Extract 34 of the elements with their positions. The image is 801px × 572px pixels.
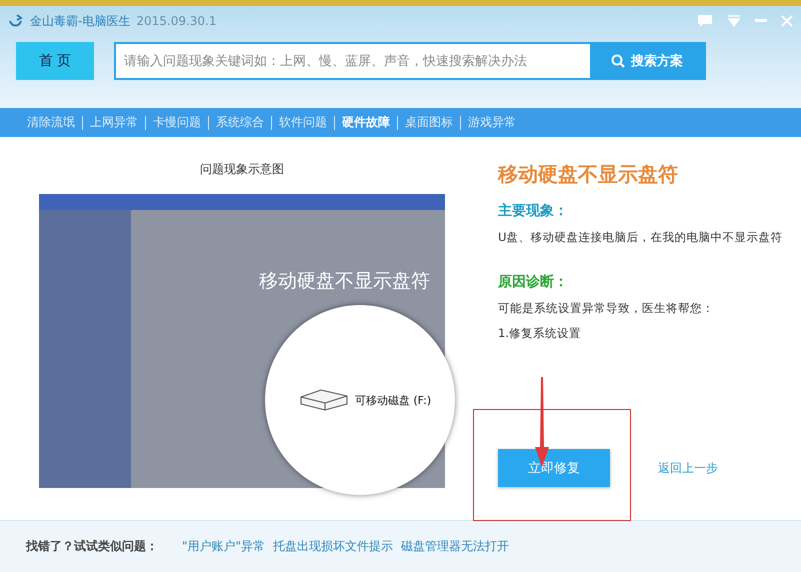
illustration-caption: 问题现象示意图 [200,161,284,178]
category-tab[interactable]: 系统综合 [209,114,271,131]
drive-icon [298,388,349,412]
app-logo-icon [8,13,24,29]
section-heading: 原因诊断： [498,273,569,291]
related-link[interactable]: "用户账户"异常 [182,538,266,555]
category-tab[interactable]: 软件问题 [272,114,334,131]
section-text: 可能是系统设置异常导致，医生将帮您： [498,301,715,316]
category-tab[interactable]: 上网异常 [83,114,145,131]
app-name: 金山毒霸-电脑医生 [30,12,130,30]
close-icon[interactable] [781,15,793,27]
home-button[interactable]: 首 页 [16,42,94,80]
footer-label: 找错了？试试类似问题： [26,538,158,555]
back-link[interactable]: 返回上一步 [658,460,718,476]
category-tab[interactable]: 卡慢问题 [146,114,208,131]
related-link[interactable]: 磁盘管理器无法打开 [401,538,510,555]
category-tab[interactable]: 游戏异常 [461,114,523,131]
app-version: 2015.09.30.1 [136,14,216,28]
related-link[interactable]: 托盘出现损坏文件提示 [273,538,394,555]
chat-icon[interactable] [697,14,713,28]
category-tab[interactable]: 桌面图标 [398,114,460,131]
search-icon [611,54,625,68]
drive-label: 可移动磁盘 (F:) [354,392,432,408]
illustration-title: 移动硬盘不显示盘符 [259,269,430,294]
dropdown-icon[interactable] [727,15,741,27]
category-tab[interactable]: 清除流氓 [20,114,82,131]
section-heading: 主要现象： [498,202,569,220]
section-text: U盘、移动硬盘连接电脑后，在我的电脑中不显示盘符 [498,230,784,245]
search-field[interactable]: 请输入问题现象关键词如：上网、慢、蓝屏、声音，快速搜索解决办法 搜索方案 [114,42,706,80]
section-text: 1.修复系统设置 [498,326,582,341]
problem-title: 移动硬盘不显示盘符 [498,161,679,188]
minimize-icon[interactable] [755,19,767,23]
search-button[interactable]: 搜索方案 [590,44,704,78]
category-tab[interactable]: 硬件故障 [335,114,397,131]
